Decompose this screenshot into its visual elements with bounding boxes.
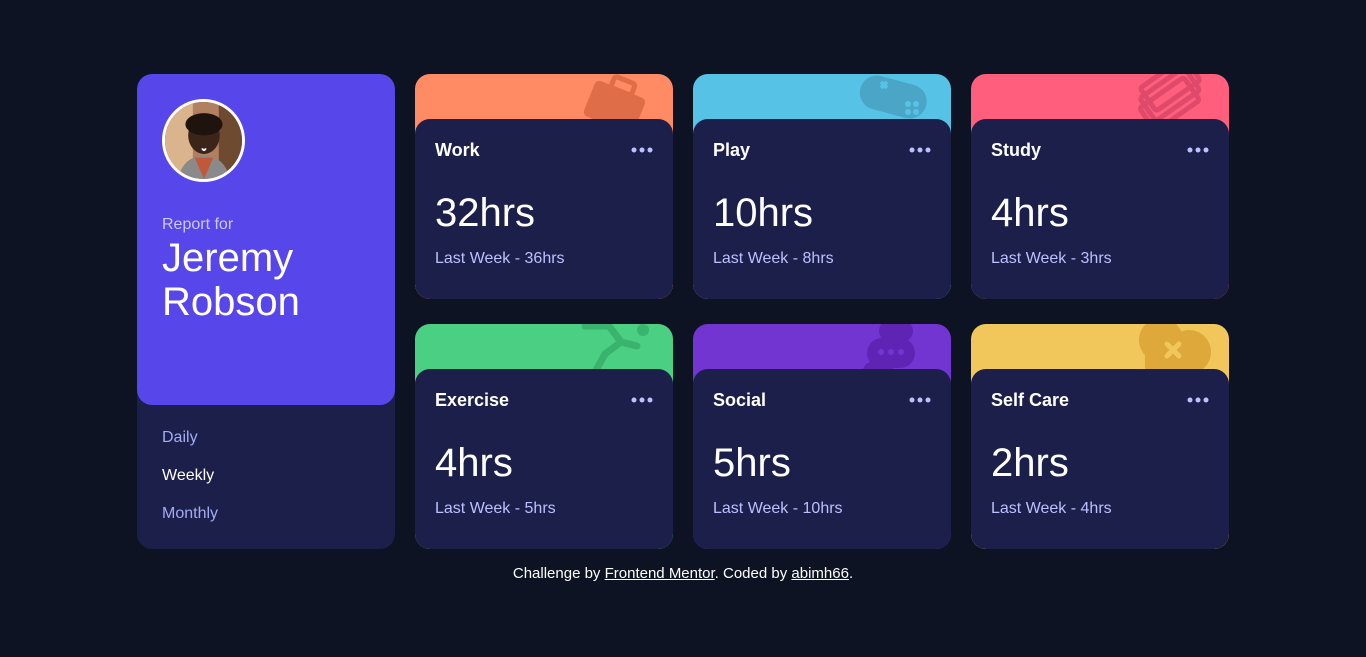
- card-current-hours: 4hrs: [991, 191, 1069, 235]
- card-current-hours: 10hrs: [713, 191, 814, 235]
- ellipsis-icon[interactable]: [1187, 146, 1209, 154]
- card-current-hours: 32hrs: [435, 191, 536, 235]
- card-previous-hours: Last Week - 8hrs: [713, 250, 834, 267]
- card-previous-hours: Last Week - 10hrs: [713, 500, 843, 517]
- period-daily[interactable]: Daily: [162, 428, 218, 466]
- card-previous-hours: Last Week - 3hrs: [991, 250, 1112, 267]
- author-link[interactable]: abimh66: [791, 565, 849, 582]
- card-work-body: Work 32hrs Last Week - 36hrs: [415, 119, 673, 299]
- card-title: Play: [713, 140, 751, 160]
- card-social: Social 5hrs Last Week - 10hrs: [693, 324, 951, 549]
- card-previous-hours: Last Week - 36hrs: [435, 250, 565, 267]
- card-previous-hours: Last Week - 4hrs: [991, 500, 1112, 517]
- card-current-hours: 5hrs: [713, 441, 791, 485]
- ellipsis-icon[interactable]: [631, 146, 653, 154]
- footer-prefix: Challenge by: [512, 565, 605, 582]
- frontend-mentor-link[interactable]: Frontend Mentor: [605, 565, 715, 582]
- card-title: Exercise: [435, 390, 510, 410]
- card-title: Self Care: [991, 390, 1070, 410]
- period-monthly[interactable]: Monthly: [162, 504, 218, 542]
- card-previous-hours: Last Week - 5hrs: [435, 500, 556, 517]
- card-title: Social: [713, 390, 767, 410]
- card-work: Work 32hrs Last Week - 36hrs: [415, 74, 673, 299]
- avatar: [162, 99, 245, 182]
- card-self-care: Self Care 2hrs Last Week - 4hrs: [971, 324, 1229, 549]
- card-title: Study: [991, 140, 1042, 160]
- avatar-image: [165, 102, 242, 179]
- card-play-body: Play 10hrs Last Week - 8hrs: [693, 119, 951, 299]
- card-play: Play 10hrs Last Week - 8hrs: [693, 74, 951, 299]
- card-current-hours: 2hrs: [991, 441, 1069, 485]
- card-title: Work: [435, 140, 480, 160]
- card-study-body: Study 4hrs Last Week - 3hrs: [971, 119, 1229, 299]
- report-label: Report for: [162, 216, 234, 233]
- footer-middle: . Coded by: [714, 565, 792, 582]
- footer-suffix: .: [848, 565, 854, 582]
- period-selector: Daily Weekly Monthly: [162, 428, 218, 542]
- period-weekly[interactable]: Weekly: [162, 466, 218, 504]
- card-study: Study 4hrs Last Week - 3hrs: [971, 74, 1229, 299]
- card-social-body: Social 5hrs Last Week - 10hrs: [693, 369, 951, 549]
- profile-header: Report for Jeremy Robson: [137, 74, 395, 405]
- profile-card: Report for Jeremy Robson Daily Weekly Mo…: [137, 74, 395, 549]
- user-name: Jeremy Robson: [162, 236, 300, 324]
- ellipsis-icon[interactable]: [1187, 396, 1209, 404]
- ellipsis-icon[interactable]: [909, 146, 931, 154]
- attribution-footer: Challenge by Frontend Mentor. Coded by a…: [0, 565, 1366, 582]
- card-current-hours: 4hrs: [435, 441, 513, 485]
- card-exercise: Exercise 4hrs Last Week - 5hrs: [415, 324, 673, 549]
- ellipsis-icon[interactable]: [631, 396, 653, 404]
- card-exercise-body: Exercise 4hrs Last Week - 5hrs: [415, 369, 673, 549]
- time-tracking-dashboard: Report for Jeremy Robson Daily Weekly Mo…: [137, 74, 1229, 549]
- card-self-care-body: Self Care 2hrs Last Week - 4hrs: [971, 369, 1229, 549]
- ellipsis-icon[interactable]: [909, 396, 931, 404]
